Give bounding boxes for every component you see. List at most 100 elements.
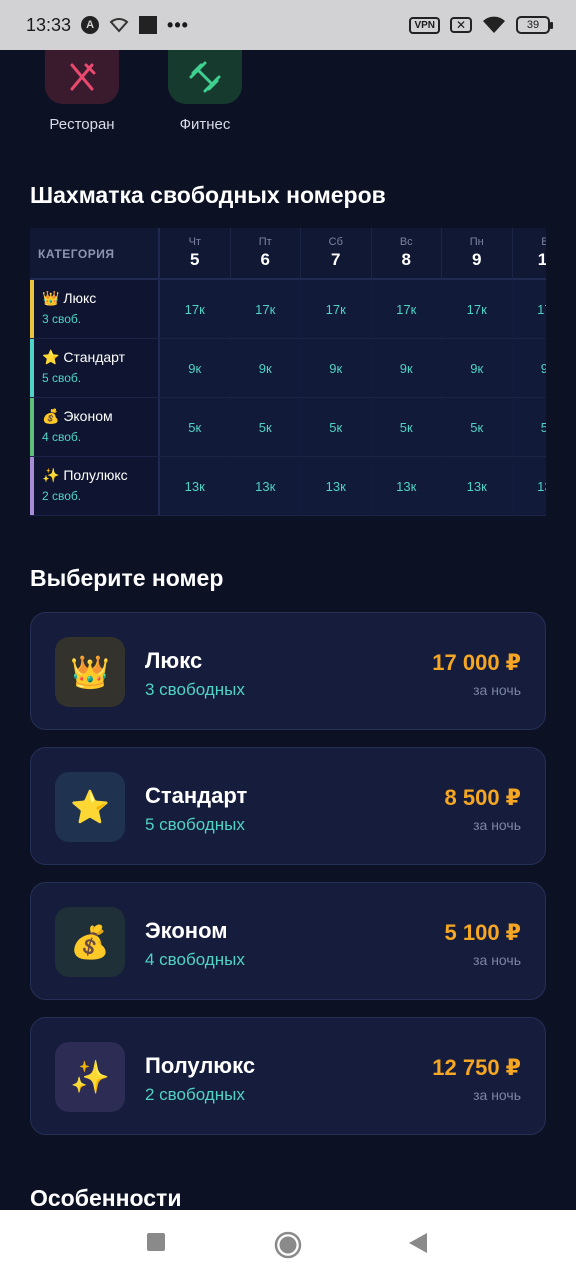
room-name: Эконом	[145, 918, 228, 943]
price-cell[interactable]: 17к	[160, 280, 231, 338]
price-cell[interactable]: 9к	[301, 339, 372, 397]
day-weekday: Чт	[188, 236, 201, 248]
vpn-icon: VPN	[409, 16, 440, 34]
grid-row-semilux[interactable]: ✨ Полулюкс 2 своб. 13к 13к 13к 13к 13к 1…	[30, 457, 546, 516]
room-name: Люкс	[145, 648, 203, 673]
quick-action-restaurant[interactable]: Ресторан	[32, 50, 132, 133]
quick-action-fitness[interactable]: Фитнес	[155, 50, 255, 133]
room-price-unit: за ночь	[473, 682, 521, 698]
star-icon: ⭐	[42, 349, 60, 365]
rooms-title: Выберите номер	[30, 565, 224, 591]
price-cell[interactable]: 5к	[442, 398, 513, 456]
price-cell[interactable]: 13к	[301, 457, 372, 515]
row-category: 👑 Люкс 3 своб.	[30, 280, 160, 338]
room-card-standard[interactable]: ⭐ Стандарт 5 свободных 8 500 ₽ за ночь	[30, 747, 546, 865]
grid-row-economy[interactable]: 💰 Эконом 4 своб. 5к 5к 5к 5к 5к 5к	[30, 398, 546, 457]
room-price: 12 750 ₽	[432, 1055, 521, 1080]
features-title: Особенности	[30, 1185, 182, 1211]
room-name: Стандарт	[145, 783, 248, 808]
restaurant-tile	[45, 50, 119, 104]
price-cell[interactable]: 17к	[230, 280, 301, 338]
sparkles-icon: ✨	[42, 467, 60, 483]
room-price-unit: за ночь	[473, 1087, 521, 1103]
price-cell[interactable]: 9к	[442, 339, 513, 397]
availability-grid[interactable]: КАТЕГОРИЯ Чт 5 Пт 6 Сб 7 Вс 8 Пн 9 Вт 10 👑 Люк…	[30, 228, 546, 516]
star-icon: ⭐	[55, 772, 125, 842]
app-notification-icon: A	[81, 16, 100, 34]
day-date: 8	[401, 250, 411, 269]
price-cell[interactable]: 9к	[371, 339, 442, 397]
status-time: 13:33	[26, 14, 72, 35]
room-name: Полулюкс	[145, 1053, 256, 1078]
money-bag-icon: 💰	[55, 907, 125, 977]
room-price: 5 100 ₽	[444, 920, 521, 945]
price-cell[interactable]: 17к	[512, 280, 546, 338]
day-weekday: Вс	[399, 236, 413, 248]
price-cell[interactable]: 13к	[512, 457, 546, 515]
price-cell[interactable]: 5к	[301, 398, 372, 456]
quick-actions: Ресторан Фитнес	[0, 50, 576, 140]
price-cell[interactable]: 9к	[160, 339, 231, 397]
day-weekday: Вт	[541, 236, 546, 248]
price-cell[interactable]: 5к	[371, 398, 442, 456]
price-cell[interactable]: 17к	[442, 280, 513, 338]
room-card-semilux[interactable]: ✨ Полулюкс 2 свободных 12 750 ₽ за ночь	[30, 1017, 546, 1135]
notification-square-icon	[139, 16, 158, 34]
grid-day: Сб 7	[301, 228, 372, 280]
quick-action-label: Фитнес	[179, 116, 231, 133]
price-cell[interactable]: 17к	[371, 280, 442, 338]
day-weekday: Сб	[328, 236, 343, 248]
room-free-count: 5 свободных	[145, 815, 245, 834]
battery-icon: 39	[516, 16, 553, 34]
price-cell[interactable]: 13к	[230, 457, 301, 515]
row-name: Полулюкс	[63, 467, 128, 483]
price-cell[interactable]: 5к	[230, 398, 301, 456]
price-cell[interactable]: 9к	[512, 339, 546, 397]
no-sim-icon: ✕	[450, 17, 472, 33]
row-free-count: 4 своб.	[42, 430, 82, 444]
home-button[interactable]	[274, 1231, 302, 1259]
back-button[interactable]	[408, 1232, 428, 1254]
room-price-unit: за ночь	[473, 952, 521, 968]
row-category: ✨ Полулюкс 2 своб.	[30, 457, 160, 515]
day-date: 10	[537, 250, 546, 269]
price-cell[interactable]: 13к	[160, 457, 231, 515]
grid-day: Вт 10	[513, 228, 546, 280]
price-cell[interactable]: 17к	[301, 280, 372, 338]
fitness-tile	[168, 50, 242, 104]
system-nav-bar	[0, 1210, 576, 1280]
money-bag-icon: 💰	[42, 408, 60, 424]
quick-action-label: Ресторан	[49, 116, 115, 133]
sparkles-icon: ✨	[55, 1042, 125, 1112]
room-price: 17 000 ₽	[432, 650, 521, 675]
price-cell[interactable]: 5к	[512, 398, 546, 456]
room-card-economy[interactable]: 💰 Эконом 4 свободных 5 100 ₽ за ночь	[30, 882, 546, 1000]
room-price: 8 500 ₽	[444, 785, 521, 810]
dumbbell-icon	[189, 61, 221, 93]
room-price-unit: за ночь	[473, 817, 521, 833]
category-header: КАТЕГОРИЯ	[30, 228, 160, 280]
day-weekday: Пн	[469, 236, 484, 248]
grid-row-standard[interactable]: ⭐ Стандарт 5 своб. 9к 9к 9к 9к 9к 9к	[30, 339, 546, 398]
grid-day: Пн 9	[442, 228, 513, 280]
row-category-name: 👑 Люкс	[42, 290, 158, 307]
day-date: 5	[190, 250, 200, 269]
day-date: 6	[260, 250, 270, 269]
row-free-count: 5 своб.	[42, 371, 82, 385]
grid-day: Пт 6	[231, 228, 301, 280]
row-category-name: ✨ Полулюкс	[42, 467, 158, 484]
row-name: Стандарт	[63, 349, 126, 365]
price-cell[interactable]: 5к	[160, 398, 231, 456]
room-card-lux[interactable]: 👑 Люкс 3 свободных 17 000 ₽ за ночь	[30, 612, 546, 730]
row-category-name: 💰 Эконом	[42, 408, 158, 425]
row-free-count: 3 своб.	[42, 312, 82, 326]
price-cell[interactable]: 9к	[230, 339, 301, 397]
row-category: 💰 Эконом 4 своб.	[30, 398, 160, 456]
price-cell[interactable]: 13к	[371, 457, 442, 515]
price-cell[interactable]: 13к	[442, 457, 513, 515]
wifi-small-icon	[109, 18, 129, 33]
recent-apps-button[interactable]	[146, 1232, 166, 1252]
grid-header: КАТЕГОРИЯ Чт 5 Пт 6 Сб 7 Вс 8 Пн 9 Вт 10	[30, 228, 546, 280]
grid-row-lux[interactable]: 👑 Люкс 3 своб. 17к 17к 17к 17к 17к 17к	[30, 280, 546, 339]
status-bar: 13:33 A ••• VPN ✕ 39	[0, 0, 576, 50]
